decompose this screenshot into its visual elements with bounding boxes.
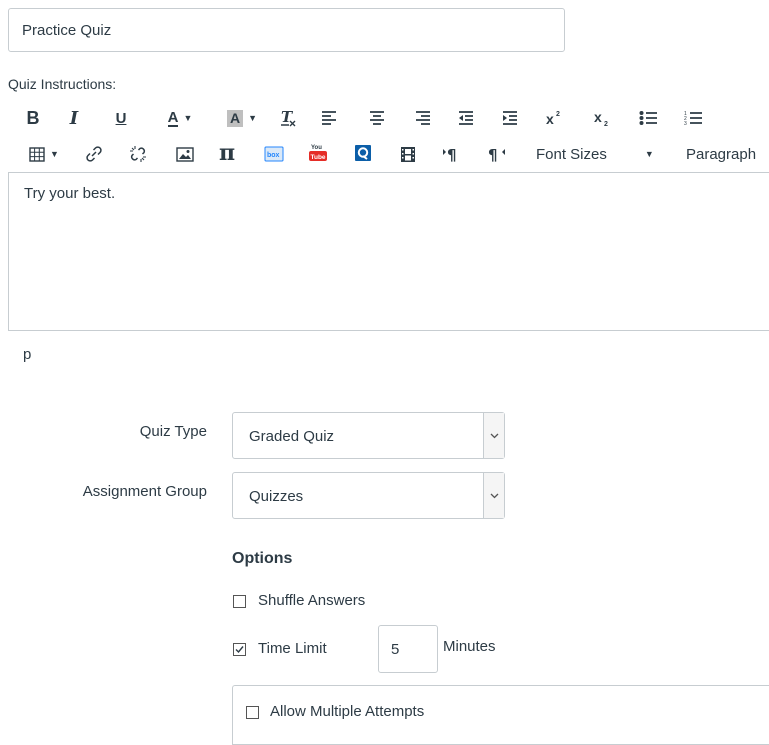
bullet-list-icon [639,111,657,125]
indent-icon [503,111,517,125]
link-button[interactable] [84,142,104,166]
ltr-icon: ¶ [443,146,457,163]
quiz-type-select[interactable]: Graded Quiz [232,412,505,459]
math-equation-button[interactable]: π [218,140,240,164]
align-left-icon [322,111,336,125]
table-button[interactable]: ▼ [24,142,64,166]
background-color-button[interactable]: A ▼ [218,106,266,130]
table-icon [29,146,45,162]
media-icon [401,146,415,162]
quiz-type-value: Graded Quiz [249,428,335,445]
image-button[interactable] [175,142,195,166]
media-button[interactable] [398,142,418,166]
svg-text:3: 3 [684,121,687,127]
time-limit-checkbox[interactable] [233,643,246,656]
svg-text:2: 2 [604,121,608,127]
chevron-down-icon [483,413,504,458]
svg-text:Tube: Tube [311,154,326,161]
svg-text:π: π [219,141,235,163]
rtl-button[interactable]: ¶ [487,142,507,166]
editor-content: Try your best. [24,185,116,202]
rich-text-editor[interactable]: Try your best. [8,172,769,331]
svg-text:You: You [311,145,322,151]
multiple-attempts-panel: Allow Multiple Attempts [232,685,769,745]
unlink-button[interactable] [128,142,148,166]
superscript-button[interactable]: x2 [544,106,564,130]
underline-icon: U [115,109,127,127]
chevron-down-icon [483,473,504,518]
office-icon [355,145,371,161]
quiz-type-label: Quiz Type [139,423,207,440]
align-left-button[interactable] [320,106,338,130]
italic-icon: I [69,107,79,129]
clear-formatting-icon: T [281,109,296,127]
math-equation-icon: π [219,141,235,163]
bullet-list-button[interactable] [638,106,658,130]
chevron-down-icon: ▼ [644,149,654,159]
office-button[interactable] [352,141,374,165]
align-center-button[interactable] [368,106,386,130]
align-right-icon [416,111,430,125]
assignment-group-value: Quizzes [249,488,304,505]
outdent-icon [459,111,473,125]
text-color-icon: A [167,108,179,127]
ltr-button[interactable]: ¶ [442,142,462,166]
assignment-group-select[interactable]: Quizzes [232,472,505,519]
assignment-group-label: Assignment Group [82,483,207,500]
font-sizes-label: Font Sizes [536,145,607,163]
svg-text:x: x [594,109,602,125]
paragraph-label: Paragraph [686,145,757,163]
chevron-down-icon: ▼ [183,113,193,123]
svg-text:box: box [267,152,280,159]
youtube-icon: You Tube [309,145,327,161]
youtube-button[interactable]: You Tube [307,140,329,164]
clear-formatting-button[interactable]: T [276,106,300,130]
svg-text:x: x [546,111,554,127]
text-color-button[interactable]: A ▼ [155,106,205,130]
bold-button[interactable]: B [25,106,41,130]
time-limit-label[interactable]: Time Limit [258,640,327,657]
allow-multiple-attempts-label[interactable]: Allow Multiple Attempts [270,703,424,720]
superscript-icon: x2 [546,111,560,127]
shuffle-answers-label[interactable]: Shuffle Answers [258,592,365,609]
checkmark-icon [235,646,244,654]
paragraph-dropdown[interactable]: Paragraph [686,142,769,166]
image-icon [176,146,194,162]
box-button[interactable]: box [263,142,285,166]
options-heading: Options [232,550,293,567]
shuffle-answers-checkbox[interactable] [233,595,246,608]
box-icon: box [264,146,284,162]
link-icon [86,146,102,162]
quiz-title-input[interactable] [8,8,565,52]
svg-text:¶: ¶ [488,146,498,163]
minutes-unit-label: Minutes [443,638,496,655]
numbered-list-icon: 123 [684,111,702,127]
editor-path-indicator: p [23,346,32,363]
unlink-icon [130,146,146,162]
chevron-down-icon: ▼ [248,113,258,123]
align-right-button[interactable] [414,106,432,130]
subscript-button[interactable]: x2 [592,106,612,130]
subscript-icon: x2 [594,109,608,127]
time-limit-minutes-input[interactable] [378,625,438,673]
bold-icon: B [26,107,40,128]
numbered-list-button[interactable]: 123 [683,106,703,130]
quiz-instructions-label: Quiz Instructions: [8,76,117,92]
underline-button[interactable]: U [113,106,129,130]
allow-multiple-attempts-checkbox[interactable] [246,706,259,719]
indent-button[interactable] [501,106,519,130]
font-sizes-dropdown[interactable]: Font Sizes ▼ [536,142,668,166]
italic-button[interactable]: I [66,106,82,130]
rtl-icon: ¶ [488,146,505,163]
align-center-icon [370,111,384,125]
outdent-button[interactable] [457,106,475,130]
chevron-down-icon: ▼ [50,149,59,159]
svg-text:¶: ¶ [447,146,457,163]
background-color-icon: A [226,109,244,127]
svg-text:2: 2 [556,111,560,118]
